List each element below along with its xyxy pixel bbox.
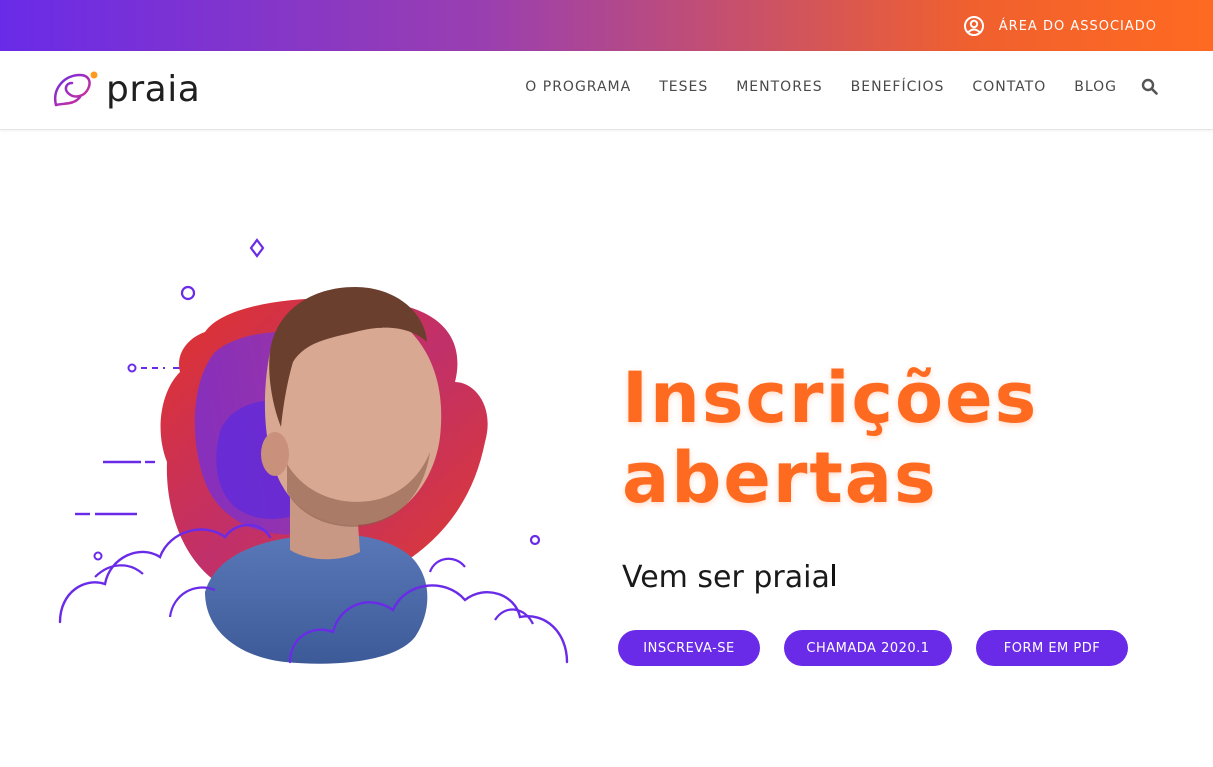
- top-bar: ÁREA DO ASSOCIADO: [0, 0, 1213, 51]
- member-area-link[interactable]: ÁREA DO ASSOCIADO: [963, 14, 1157, 38]
- search-button[interactable]: [1141, 78, 1158, 95]
- logo[interactable]: praia: [50, 67, 200, 113]
- hero-subtitle: Vem ser praia: [622, 560, 835, 595]
- hero-title: Inscrições abertas: [622, 358, 1038, 518]
- typing-caret: [831, 564, 835, 586]
- user-circle-icon: [963, 16, 984, 36]
- nav-item-blog[interactable]: BLOG: [1074, 79, 1117, 95]
- main-navbar: praia O PROGRAMA TESES MENTORES BENEFÍCI…: [0, 51, 1213, 130]
- search-icon: [1141, 78, 1158, 95]
- chamada-button[interactable]: CHAMADA 2020.1: [784, 630, 952, 666]
- form-pdf-button[interactable]: FORM EM PDF: [976, 630, 1128, 666]
- nav-item-mentores[interactable]: MENTORES: [736, 79, 822, 95]
- inscreva-se-button[interactable]: INSCREVA-SE: [618, 630, 760, 666]
- hero-subtitle-typing: aia: [784, 560, 830, 595]
- hero-title-line1: Inscrições: [622, 357, 1039, 439]
- circle-decor: [180, 285, 196, 301]
- hero-title-block: Inscrições abertas: [622, 358, 1038, 518]
- nav-item-o-programa[interactable]: O PROGRAMA: [525, 79, 631, 95]
- hero-illustration: [58, 238, 569, 664]
- cta-button-row: INSCREVA-SE CHAMADA 2020.1 FORM EM PDF: [618, 630, 1128, 666]
- sparkle-icon: [249, 238, 265, 258]
- nav-item-teses[interactable]: TESES: [659, 79, 708, 95]
- hero-subtitle-text: Vem ser pr: [622, 560, 785, 595]
- member-area-label: ÁREA DO ASSOCIADO: [998, 18, 1157, 34]
- nav-item-contato[interactable]: CONTATO: [972, 79, 1046, 95]
- logo-text: praia: [106, 69, 201, 110]
- hero-title-line2: abertas: [622, 437, 938, 519]
- nav-menu: O PROGRAMA TESES MENTORES BENEFÍCIOS CON…: [497, 78, 1158, 95]
- praia-logo-icon: [53, 71, 98, 107]
- nav-item-beneficios[interactable]: BENEFÍCIOS: [851, 79, 945, 95]
